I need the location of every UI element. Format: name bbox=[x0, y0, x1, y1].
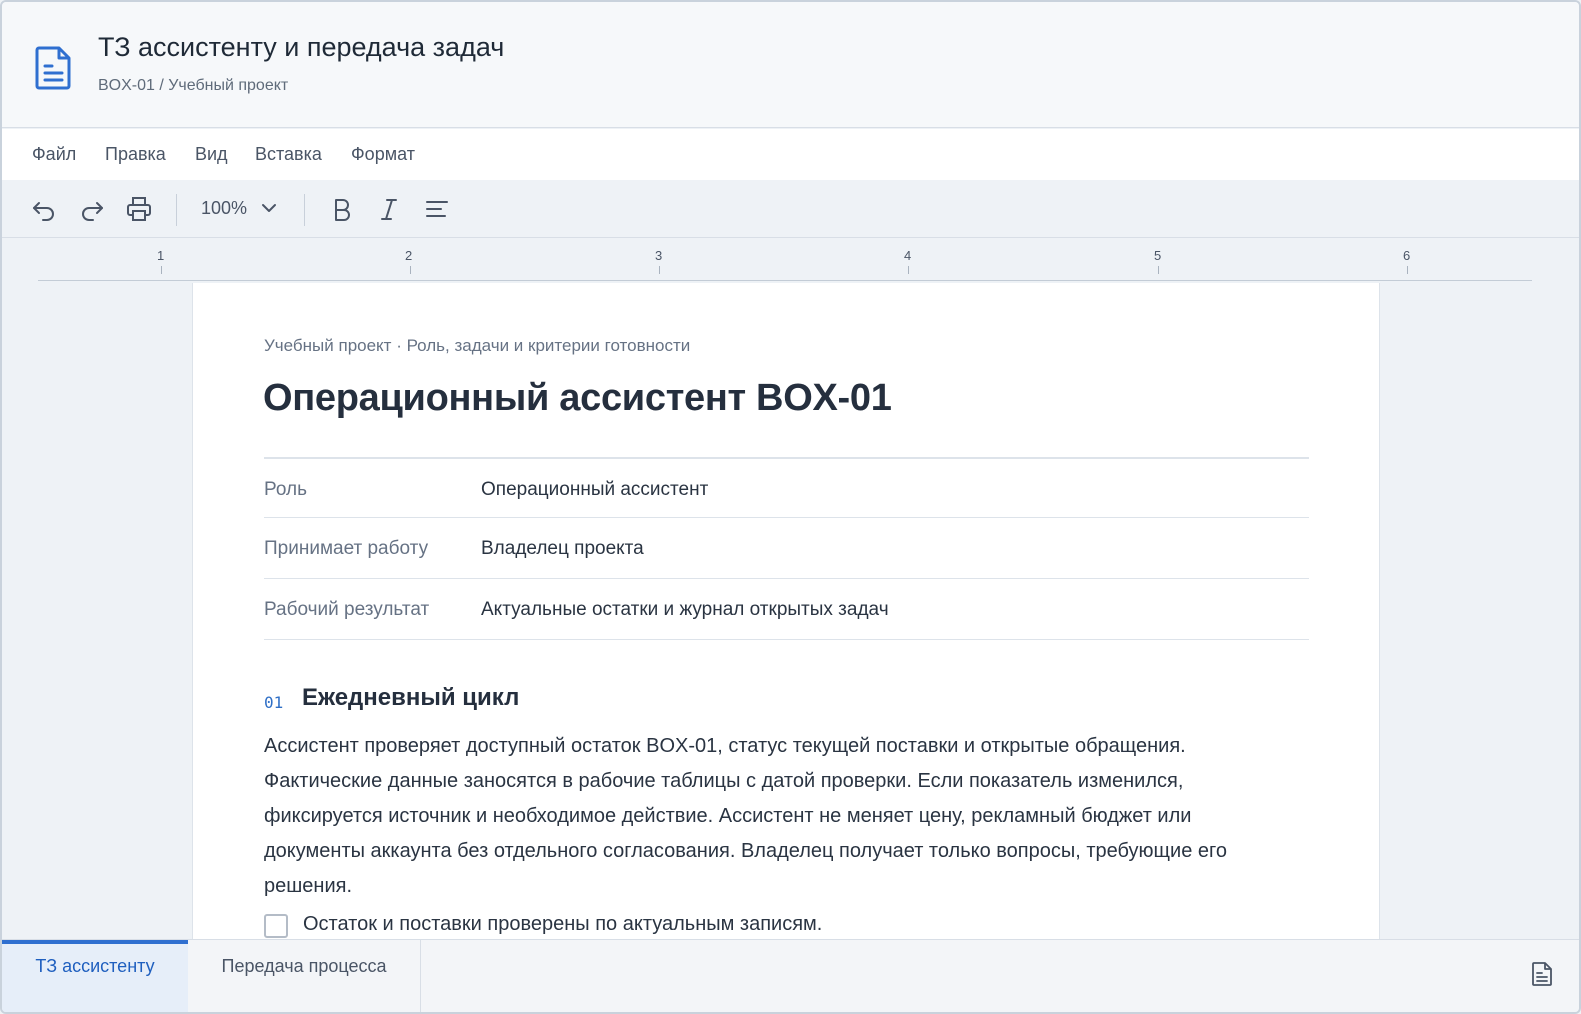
italic-icon[interactable] bbox=[376, 196, 402, 222]
paragraph-line: решения. bbox=[264, 875, 353, 897]
toolbar-divider bbox=[304, 194, 305, 226]
paragraph-line: фиксируется источник и необходимое дейст… bbox=[264, 805, 1192, 827]
app-window: ТЗ ассистенту и передача задач BOX-01 / … bbox=[0, 0, 1581, 1014]
sheet-tab-bar: ТЗ ассистенту Передача процесса bbox=[2, 939, 1579, 1012]
checklist-checkbox[interactable] bbox=[264, 914, 288, 938]
document-kicker: Учебный проект · Роль, задачи и критерии… bbox=[264, 336, 691, 355]
tab-assistant-spec[interactable]: ТЗ ассистенту bbox=[2, 940, 188, 1012]
ruler-mark: 2 bbox=[405, 248, 413, 263]
menu-bar: Файл Правка Вид Вставка Формат bbox=[2, 129, 1579, 180]
align-icon[interactable] bbox=[424, 196, 450, 222]
ruler-mark: 4 bbox=[904, 248, 912, 263]
menu-insert[interactable]: Вставка bbox=[255, 144, 322, 165]
menu-edit[interactable]: Правка bbox=[105, 144, 166, 165]
section-paragraph: Ассистент проверяет доступный остаток BO… bbox=[264, 729, 1314, 904]
document-title: ТЗ ассистенту и передача задач bbox=[98, 32, 505, 62]
menu-view[interactable]: Вид bbox=[195, 144, 228, 165]
print-icon[interactable] bbox=[126, 196, 152, 222]
ruler-tick bbox=[161, 266, 162, 274]
undo-icon[interactable] bbox=[31, 196, 57, 222]
section-title: Ежедневный цикл bbox=[302, 684, 520, 711]
menu-format[interactable]: Формат bbox=[351, 144, 415, 165]
toolbar-divider bbox=[176, 194, 177, 226]
paragraph-line: документы аккаунта без отдельного соглас… bbox=[264, 840, 1227, 862]
ruler-tick bbox=[410, 266, 411, 274]
document-icon bbox=[35, 46, 71, 90]
meta-row: Принимает работу Владелец проекта bbox=[264, 518, 1309, 579]
section-number: 01 bbox=[264, 693, 284, 712]
ruler-tick bbox=[659, 266, 660, 274]
checklist-label: Остаток и поставки проверены по актуальн… bbox=[303, 913, 823, 935]
meta-row: Рабочий результат Актуальные остатки и ж… bbox=[264, 579, 1309, 640]
ruler-mark: 3 bbox=[655, 248, 663, 263]
meta-key: Роль bbox=[264, 479, 307, 500]
meta-value: Операционный ассистент bbox=[481, 479, 709, 500]
breadcrumb: BOX-01 / Учебный проект bbox=[98, 77, 289, 94]
meta-value: Владелец проекта bbox=[481, 538, 644, 559]
paragraph-line: Ассистент проверяет доступный остаток BO… bbox=[264, 735, 1186, 757]
document-outline-icon[interactable] bbox=[1531, 961, 1553, 987]
ruler-tick bbox=[1158, 266, 1159, 274]
redo-icon[interactable] bbox=[79, 196, 105, 222]
document-page[interactable]: Учебный проект · Роль, задачи и критерии… bbox=[192, 283, 1380, 939]
meta-row: Роль Операционный ассистент bbox=[264, 457, 1309, 518]
zoom-select[interactable]: 100% bbox=[201, 197, 247, 223]
paragraph-line: Фактические данные заносятся в рабочие т… bbox=[264, 770, 1184, 792]
ruler-tick bbox=[1407, 266, 1408, 274]
ruler-tick bbox=[908, 266, 909, 274]
chevron-down-icon[interactable] bbox=[259, 198, 279, 218]
tab-process-handover[interactable]: Передача процесса bbox=[188, 940, 421, 1012]
ruler-mark: 5 bbox=[1154, 248, 1162, 263]
ruler-mark: 1 bbox=[157, 248, 165, 263]
document-heading: Операционный ассистент BOX-01 bbox=[263, 377, 892, 419]
document-header: ТЗ ассистенту и передача задач BOX-01 / … bbox=[2, 2, 1579, 128]
meta-value: Актуальные остатки и журнал открытых зад… bbox=[481, 599, 889, 620]
bold-icon[interactable] bbox=[329, 196, 355, 222]
toolbar: 100% bbox=[2, 180, 1579, 238]
meta-table: Роль Операционный ассистент Принимает ра… bbox=[264, 457, 1309, 640]
meta-key: Рабочий результат bbox=[264, 599, 430, 620]
meta-key: Принимает работу bbox=[264, 538, 429, 559]
ruler: 1 2 3 4 5 6 bbox=[38, 240, 1532, 281]
ruler-mark: 6 bbox=[1403, 248, 1411, 263]
menu-file[interactable]: Файл bbox=[32, 144, 76, 165]
